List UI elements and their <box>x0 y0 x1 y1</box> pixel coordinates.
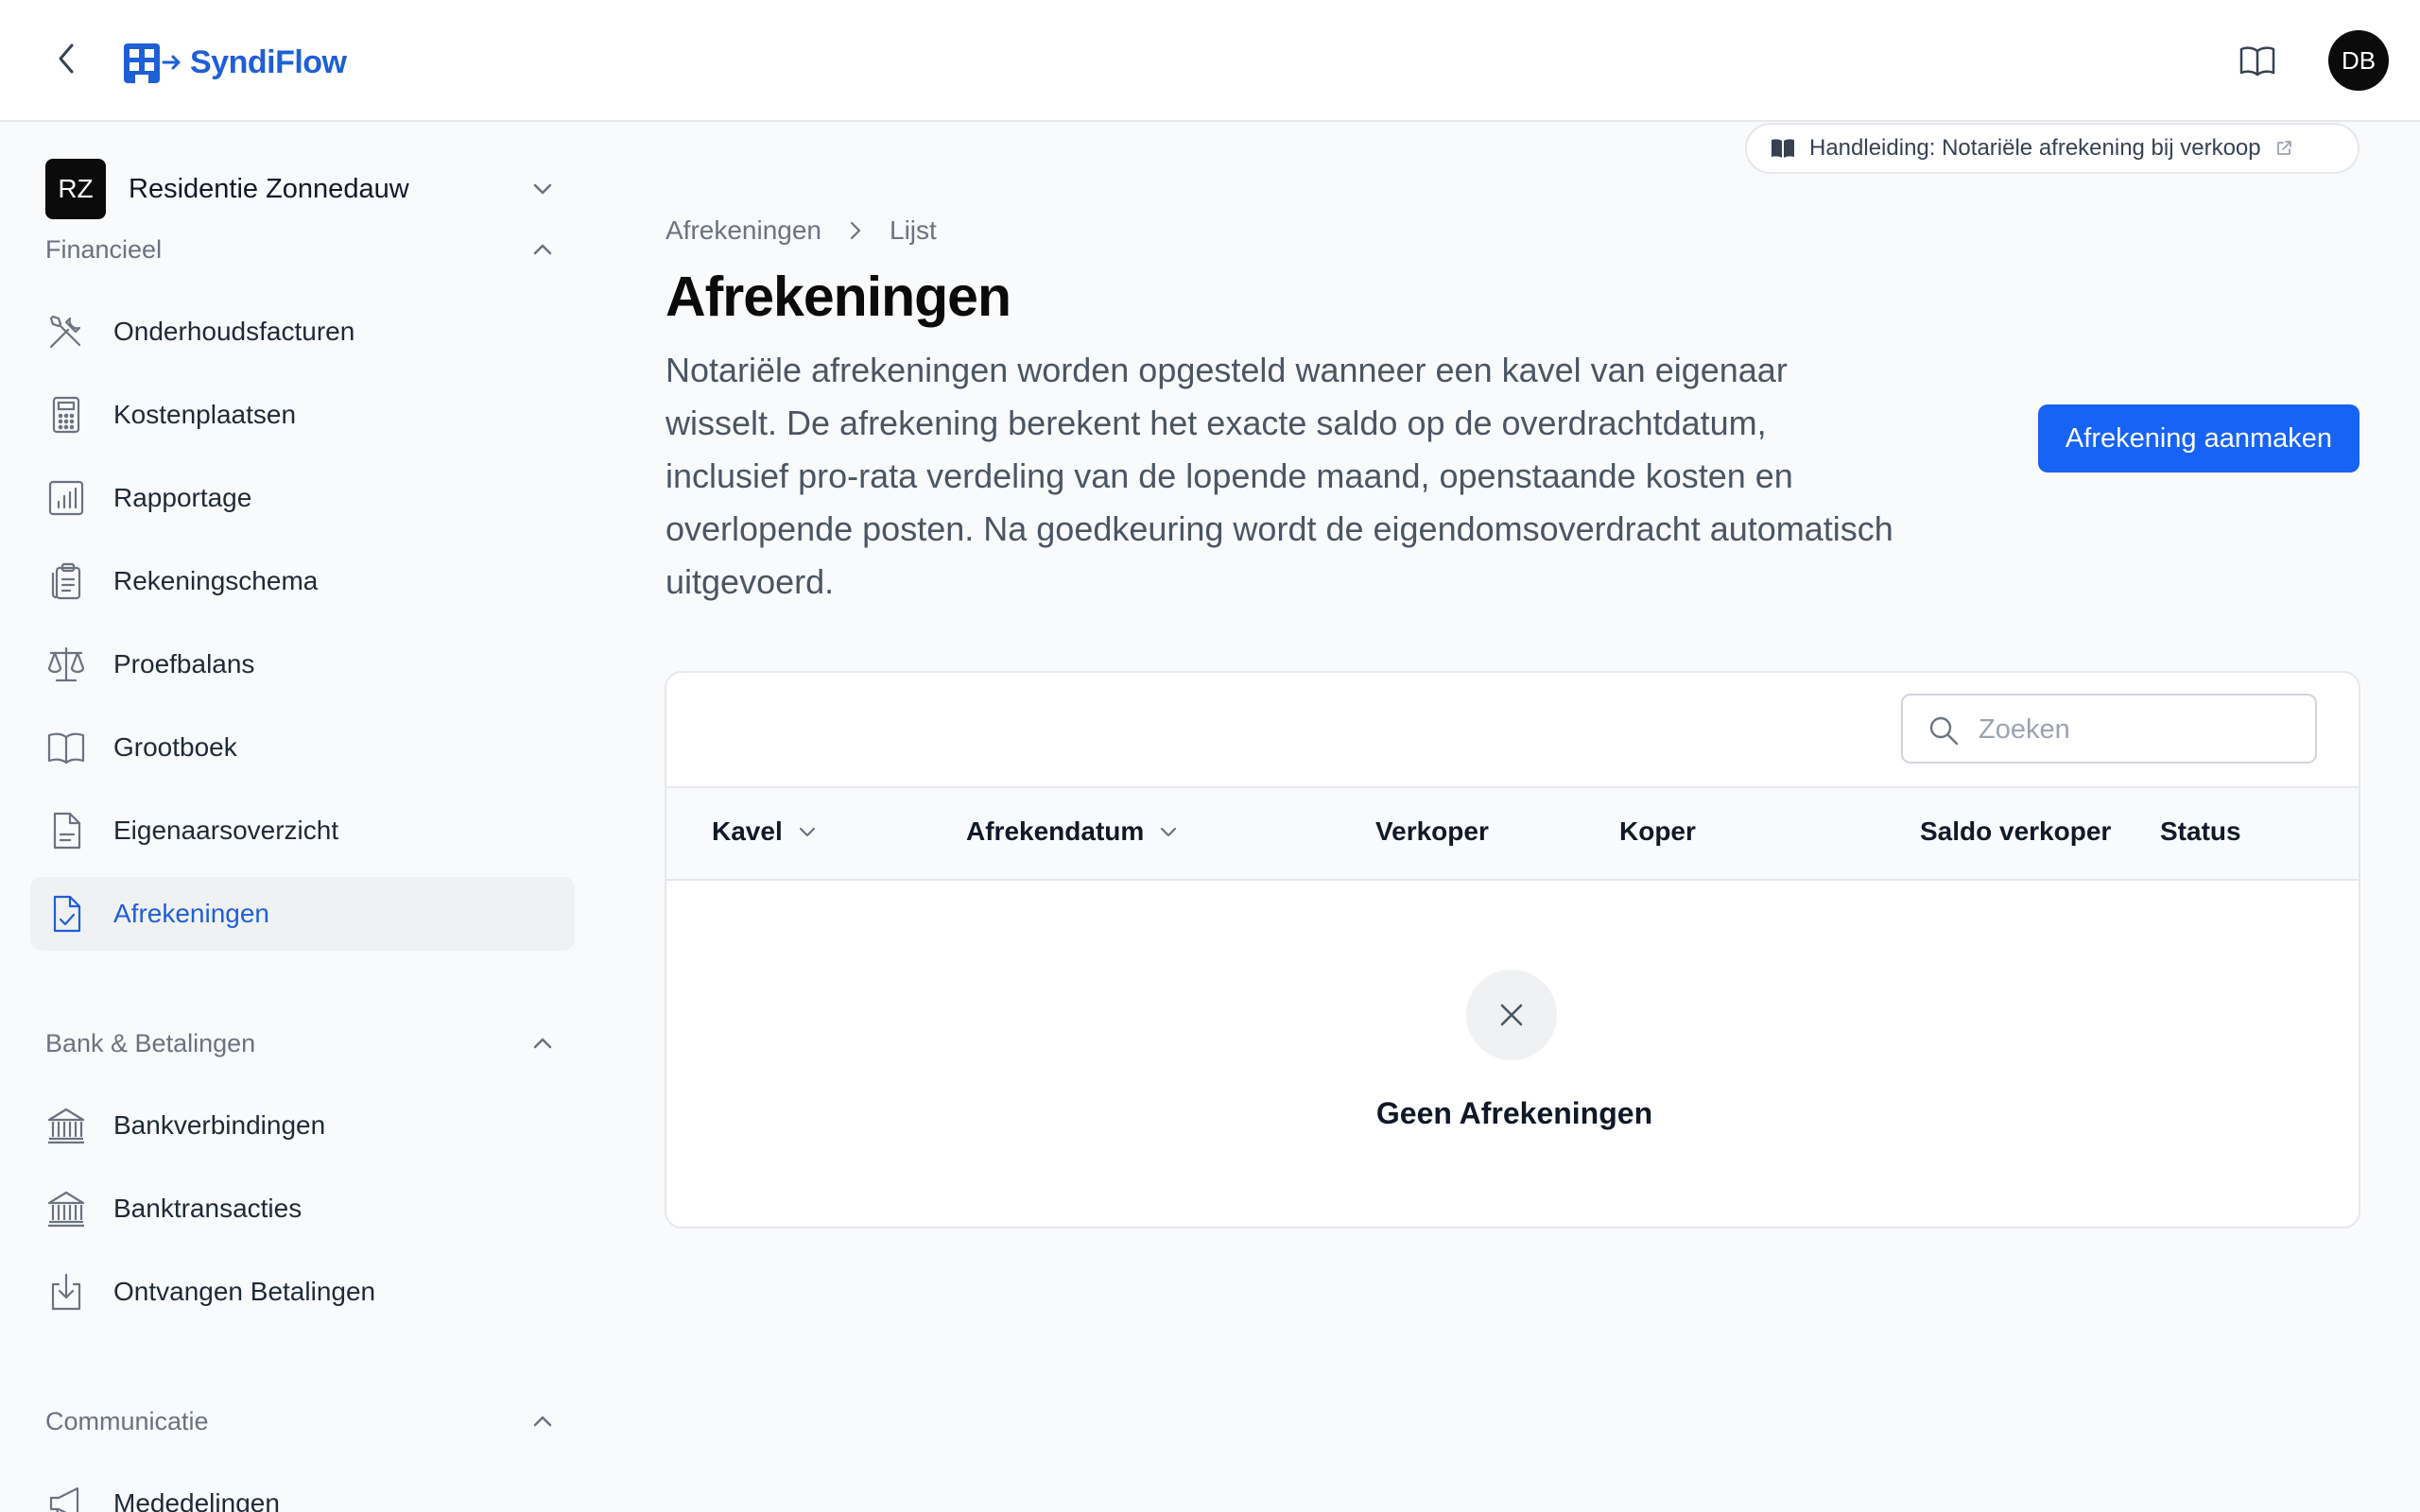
sidebar-item-label: Eigenaarsoverzicht <box>113 816 339 845</box>
sidebar-item-label: Proefbalans <box>113 649 255 679</box>
sidebar-item-label: Rapportage <box>113 483 252 512</box>
page-title: Afrekeningen <box>666 266 1011 328</box>
breadcrumb-item-afrekeningen[interactable]: Afrekeningen <box>666 215 821 246</box>
bank-icon <box>45 1105 87 1146</box>
sidebar-item-proefbalans[interactable]: Proefbalans <box>30 627 575 701</box>
sidebar-item-label: Grootboek <box>113 732 237 762</box>
sidebar-item-label: Rekeningschema <box>113 566 319 595</box>
chevron-down-icon <box>799 827 815 837</box>
section-bank-betalingen[interactable]: Bank & Betalingen <box>45 1024 556 1062</box>
search-box <box>1901 694 2317 764</box>
sidebar-item-label: Bankverbindingen <box>113 1110 326 1140</box>
book-open-icon <box>2239 46 2275 77</box>
column-header-kavel[interactable]: Kavel <box>712 816 819 847</box>
sidebar-item-label: Ontvangen Betalingen <box>113 1277 376 1306</box>
chevron-left-icon <box>59 43 74 74</box>
logo-text: SyndiFlow <box>190 43 347 80</box>
chevron-down-icon <box>533 183 552 195</box>
org-name: Residentie Zonnedauw <box>129 173 409 204</box>
org-switcher[interactable]: RZ Residentie Zonnedauw <box>45 159 556 219</box>
sidebar-item-label: Afrekeningen <box>113 899 270 928</box>
column-header-verkoper: Verkoper <box>1375 816 1489 847</box>
column-label: Saldo verkoper <box>1920 816 2112 846</box>
back-button[interactable] <box>47 40 85 77</box>
chevron-right-icon <box>850 221 861 240</box>
manual-link-text: Handleiding: Notariële afrekening bij ve… <box>1809 135 2261 161</box>
sidebar-item-afrekeningen[interactable]: Afrekeningen <box>30 877 575 951</box>
sidebar-item-rapportage[interactable]: Rapportage <box>30 461 575 535</box>
column-header-saldo-verkoper: Saldo verkoper <box>1920 816 2111 847</box>
top-bar: SyndiFlow DB <box>0 0 2420 122</box>
sidebar-item-kostenplaatsen[interactable]: Kostenplaatsen <box>30 378 575 452</box>
scale-icon <box>45 644 87 685</box>
sidebar-item-banktransacties[interactable]: Banktransacties <box>30 1172 575 1246</box>
chevron-down-icon <box>1161 827 1177 837</box>
sidebar-item-label: Kostenplaatsen <box>113 400 297 429</box>
column-label: Koper <box>1619 816 1696 846</box>
sidebar-item-rekeningschema[interactable]: Rekeningschema <box>30 544 575 618</box>
section-title: Communicatie <box>45 1406 209 1435</box>
bar-chart-icon <box>45 477 87 519</box>
chevron-up-icon <box>533 1416 552 1427</box>
clipboard-list-icon <box>45 560 87 602</box>
calculator-icon <box>45 394 87 436</box>
sidebar-item-onderhoudsfacturen[interactable]: Onderhoudsfacturen <box>30 295 575 369</box>
column-label: Verkoper <box>1375 816 1489 846</box>
column-label: Afrekendatum <box>966 816 1145 846</box>
sidebar-item-eigenaarsoverzicht[interactable]: Eigenaarsoverzicht <box>30 794 575 868</box>
documentation-button[interactable] <box>2235 40 2280 81</box>
breadcrumb-item-lijst: Lijst <box>890 215 937 245</box>
user-avatar[interactable]: DB <box>2328 30 2389 91</box>
column-label: Kavel <box>712 816 783 846</box>
bank-icon <box>45 1188 87 1229</box>
empty-state-icon <box>1466 970 1557 1060</box>
book-open-icon <box>45 727 87 768</box>
column-header-koper: Koper <box>1619 816 1696 847</box>
book-icon <box>1772 139 1794 158</box>
settlements-table-card: Kavel Afrekendatum Verkoper Koper Saldo … <box>665 671 2360 1228</box>
section-financieel[interactable]: Financieel <box>45 231 556 268</box>
section-title: Bank & Betalingen <box>45 1028 256 1057</box>
chevron-up-icon <box>533 244 552 255</box>
download-tray-icon <box>45 1271 87 1313</box>
manual-link[interactable]: Handleiding: Notariële afrekening bij ve… <box>1745 123 2360 174</box>
search-input[interactable] <box>1979 709 2300 750</box>
document-text-icon <box>45 810 87 851</box>
search-icon <box>1929 716 1959 746</box>
section-title: Financieel <box>45 234 163 264</box>
page-description: Notariële afrekeningen worden opgesteld … <box>666 351 1893 601</box>
external-link-icon <box>2276 141 2291 155</box>
sidebar-item-bankverbindingen[interactable]: Bankverbindingen <box>30 1089 575 1162</box>
column-label: Status <box>2160 816 2241 846</box>
breadcrumb: Afrekeningen Lijst <box>666 214 937 248</box>
sidebar-item-label: Banktransacties <box>113 1194 302 1223</box>
sidebar-item-ontvangen-betalingen[interactable]: Ontvangen Betalingen <box>30 1255 575 1329</box>
sidebar-item-label: Onderhoudsfacturen <box>113 317 355 346</box>
org-badge: RZ <box>45 159 106 219</box>
empty-state-text: Geen Afrekeningen <box>1375 1096 1653 1130</box>
tools-icon <box>45 311 87 352</box>
chevron-up-icon <box>533 1038 552 1049</box>
column-header-afrekendatum[interactable]: Afrekendatum <box>966 816 1180 847</box>
document-check-icon <box>45 893 87 935</box>
sidebar-item-mededelingen[interactable]: Mededelingen <box>30 1467 575 1512</box>
sidebar-item-grootboek[interactable]: Grootboek <box>30 711 575 784</box>
column-header-status: Status <box>2160 816 2241 847</box>
building-logo-icon <box>124 43 181 83</box>
table-header: Kavel Afrekendatum Verkoper Koper Saldo … <box>666 786 2359 881</box>
section-communicatie[interactable]: Communicatie <box>45 1402 556 1440</box>
megaphone-icon <box>45 1483 87 1512</box>
create-settlement-button[interactable]: Afrekening aanmaken <box>2038 404 2360 472</box>
app-logo[interactable]: SyndiFlow <box>122 40 347 85</box>
sidebar-item-label: Mededelingen <box>113 1488 280 1512</box>
close-icon <box>1500 1004 1523 1026</box>
